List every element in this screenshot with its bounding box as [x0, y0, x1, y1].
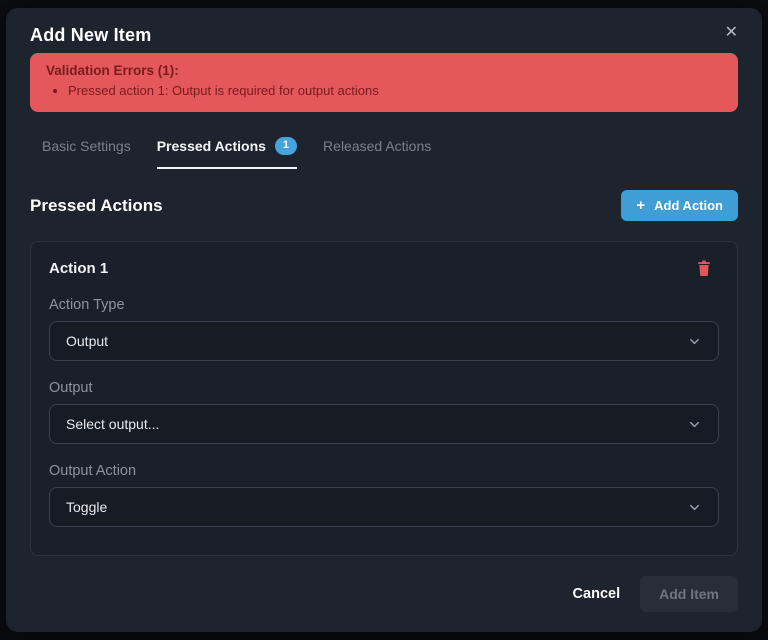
output-value: Select output...: [66, 416, 160, 433]
tab-label: Basic Settings: [42, 137, 131, 154]
output-action-value: Toggle: [66, 499, 108, 516]
action-card: Action 1 Action Type Output Output Selec…: [30, 241, 738, 557]
add-action-label: Add Action: [654, 198, 723, 214]
section-title: Pressed Actions: [30, 195, 163, 215]
cancel-button[interactable]: Cancel: [567, 578, 627, 610]
field-label-output-action: Output Action: [49, 463, 137, 480]
trash-icon: [698, 260, 710, 277]
plus-icon: +: [636, 197, 646, 215]
action-card-title: Action 1: [49, 259, 109, 277]
add-item-button[interactable]: Add Item: [640, 576, 738, 612]
error-list: Pressed action 1: Output is required for…: [68, 83, 722, 100]
tab-pressed-actions[interactable]: Pressed Actions 1: [156, 136, 298, 170]
modal-title: Add New Item: [30, 25, 152, 45]
tab-bar: Basic Settings Pressed Actions 1 Release…: [30, 136, 738, 170]
chevron-down-icon: [690, 421, 699, 427]
field-label-output: Output: [49, 380, 93, 397]
field-label-action-type: Action Type: [49, 297, 125, 314]
validation-error-banner: Validation Errors (1): Pressed action 1:…: [30, 53, 738, 112]
error-heading: Validation Errors (1):: [46, 63, 179, 78]
output-action-select[interactable]: Toggle: [49, 487, 719, 528]
page-backdrop: Add New Item ✕ Validation Errors (1): Pr…: [0, 0, 768, 640]
add-action-button[interactable]: + Add Action: [621, 190, 738, 222]
chevron-down-icon: [690, 504, 699, 510]
close-icon[interactable]: ✕: [721, 23, 742, 43]
output-select[interactable]: Select output...: [49, 404, 719, 445]
section-header-row: Pressed Actions + Add Action: [30, 190, 738, 222]
modal-footer: Cancel Add Item: [30, 576, 738, 612]
action-type-value: Output: [66, 333, 109, 350]
delete-action-button[interactable]: [695, 258, 713, 278]
error-item: Pressed action 1: Output is required for…: [68, 83, 722, 100]
tab-basic-settings[interactable]: Basic Settings: [42, 137, 131, 169]
tab-label: Pressed Actions: [156, 137, 266, 154]
tab-count-badge: 1: [274, 136, 298, 156]
action-card-header: Action 1: [49, 258, 719, 278]
modal-header: Add New Item ✕: [30, 25, 738, 46]
add-new-item-modal: Add New Item ✕ Validation Errors (1): Pr…: [6, 8, 762, 632]
action-type-select[interactable]: Output: [49, 321, 719, 362]
chevron-down-icon: [690, 338, 699, 344]
tab-label: Released Actions: [323, 137, 432, 154]
tab-released-actions[interactable]: Released Actions: [323, 137, 431, 169]
